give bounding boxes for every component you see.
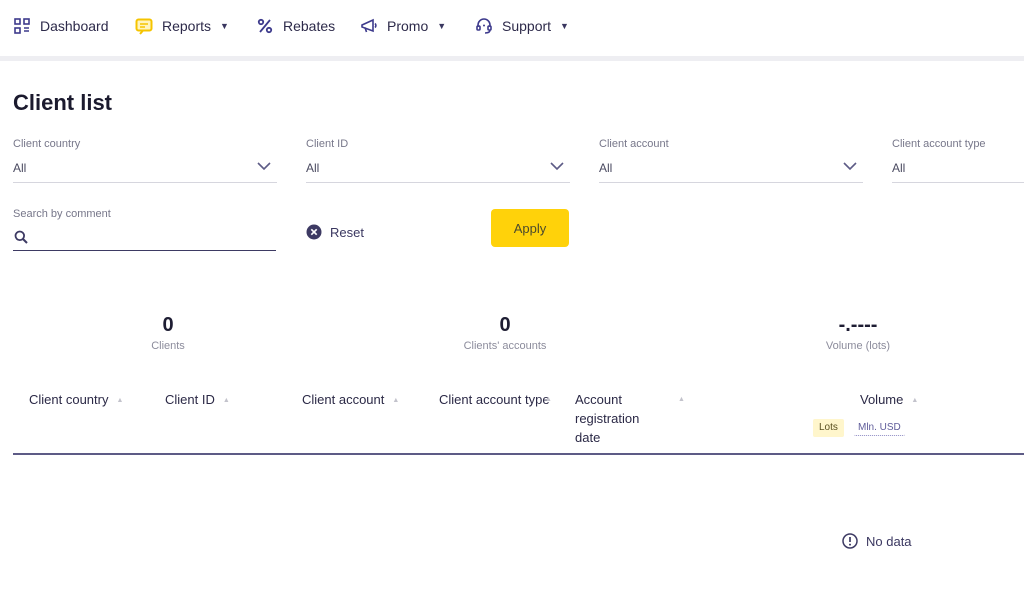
filter-label: Client account type <box>892 138 986 150</box>
table-header-divider <box>13 453 1024 455</box>
filter-label: Client account <box>599 138 669 150</box>
nav-divider <box>0 56 1024 61</box>
client-id-select[interactable]: Client ID All <box>306 136 570 183</box>
caret-down-icon: ▼ <box>560 21 569 31</box>
column-header-client-id[interactable]: Client ID ▲ <box>165 390 230 410</box>
column-label: Client country <box>29 392 108 407</box>
filter-label: Client ID <box>306 138 348 150</box>
filter-value: All <box>892 161 905 175</box>
chevron-down-icon <box>550 162 564 171</box>
apply-button[interactable]: Apply <box>491 209 569 247</box>
stat-clients-accounts: 0 Clients' accounts <box>405 312 605 352</box>
stat-caption: Clients <box>68 340 268 352</box>
nav-item-dashboard[interactable]: Dashboard <box>13 14 109 38</box>
dashboard-icon <box>13 17 31 35</box>
search-icon <box>14 230 28 244</box>
chevron-down-icon <box>257 162 271 171</box>
search-input[interactable] <box>31 227 270 249</box>
info-icon <box>842 533 858 549</box>
filter-value: All <box>13 161 26 175</box>
sort-icon: ▲ <box>911 397 918 404</box>
caret-down-icon: ▼ <box>437 21 446 31</box>
nav-item-label: Dashboard <box>40 18 109 34</box>
megaphone-icon <box>360 17 378 35</box>
client-account-type-select[interactable]: Client account type All <box>892 136 1024 183</box>
chevron-down-icon <box>843 162 857 171</box>
column-header-registration-date[interactable]: Account registration date▲ <box>575 390 655 447</box>
stat-caption: Clients' accounts <box>405 340 605 352</box>
reset-button[interactable]: Reset <box>306 222 364 242</box>
stat-value: 0 <box>68 312 268 338</box>
column-label: Client ID <box>165 392 215 407</box>
filter-label: Client country <box>13 138 80 150</box>
nav-item-label: Promo <box>387 18 428 34</box>
column-label: Client account type <box>439 392 550 407</box>
nav-item-label: Reports <box>162 18 211 34</box>
caret-down-icon: ▼ <box>220 21 229 31</box>
filter-value: All <box>599 161 612 175</box>
sort-icon: ▲ <box>392 397 399 404</box>
column-label: Account registration date <box>575 392 639 445</box>
sort-icon: ▲ <box>223 397 230 404</box>
headset-icon <box>475 17 493 35</box>
sort-icon: ▲ <box>545 390 552 409</box>
comment-search: Search by comment <box>13 205 276 251</box>
stat-volume: -.---- Volume (lots) <box>758 312 958 352</box>
column-label: Client account <box>302 392 384 407</box>
unit-toggle-lots[interactable]: Lots <box>813 419 844 437</box>
page-title: Client list <box>13 90 112 116</box>
nav-item-rebates[interactable]: Rebates <box>256 14 335 38</box>
top-navigation: Dashboard Reports ▼ Rebates Promo ▼ Supp… <box>0 0 1024 52</box>
unit-toggle-mln-usd[interactable]: Mln. USD <box>854 419 905 436</box>
empty-state: No data <box>842 533 912 549</box>
search-label: Search by comment <box>13 208 111 220</box>
stat-clients: 0 Clients <box>68 312 268 352</box>
reset-label: Reset <box>330 225 364 240</box>
sort-icon: ▲ <box>116 397 123 404</box>
client-account-select[interactable]: Client account All <box>599 136 863 183</box>
filter-value: All <box>306 161 319 175</box>
column-label: Volume <box>860 392 903 407</box>
client-country-select[interactable]: Client country All <box>13 136 277 183</box>
nav-item-reports[interactable]: Reports ▼ <box>135 14 229 38</box>
empty-state-text: No data <box>866 534 912 549</box>
nav-item-label: Support <box>502 18 551 34</box>
stat-value: 0 <box>405 312 605 338</box>
percent-icon <box>256 17 274 35</box>
stat-value: -.---- <box>758 312 958 338</box>
column-header-client-country[interactable]: Client country ▲ <box>29 390 123 410</box>
nav-item-support[interactable]: Support ▼ <box>475 14 569 38</box>
nav-item-label: Rebates <box>283 18 335 34</box>
stat-caption: Volume (lots) <box>758 340 958 352</box>
column-header-volume[interactable]: Volume ▲ <box>860 390 918 410</box>
nav-item-promo[interactable]: Promo ▼ <box>360 14 446 38</box>
sort-icon: ▲ <box>678 390 685 409</box>
column-header-client-account-type[interactable]: Client account type▲ <box>439 390 551 409</box>
column-header-client-account[interactable]: Client account ▲ <box>302 390 399 410</box>
close-circle-icon <box>306 224 322 240</box>
reports-icon <box>135 17 153 35</box>
